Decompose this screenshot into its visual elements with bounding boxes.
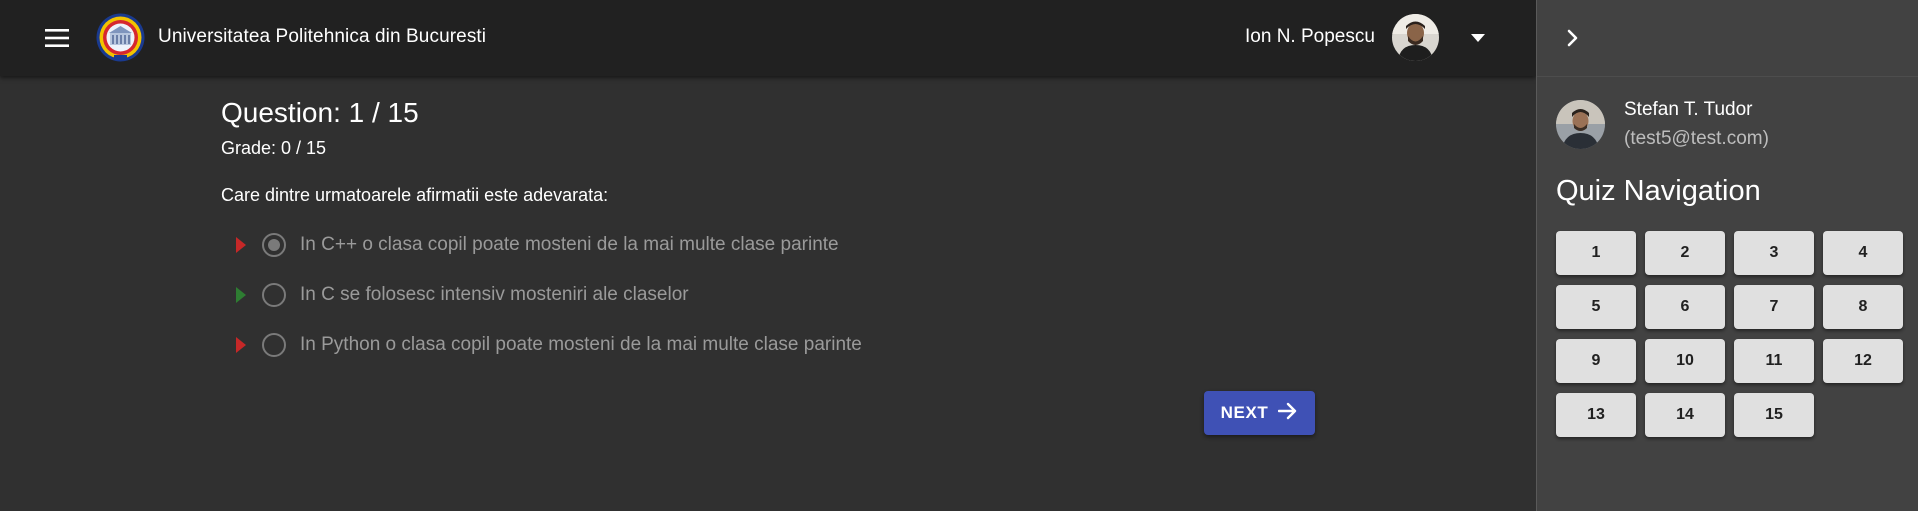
correct-answer-marker-icon [236,287,246,303]
question-nav-button[interactable]: 3 [1734,231,1814,275]
answer-radio-3[interactable] [262,333,286,357]
quiz-navigation-title: Quiz Navigation [1556,175,1761,207]
question-nav-grid: 1 2 3 4 5 6 7 8 9 10 11 12 13 14 15 [1556,231,1906,437]
question-nav-button[interactable]: 1 [1556,231,1636,275]
next-button[interactable]: NEXT [1204,391,1315,435]
question-text: Care dintre urmatoarele afirmatii este a… [221,185,609,205]
question-nav-button[interactable]: 2 [1645,231,1725,275]
question-nav-button[interactable]: 14 [1645,393,1725,437]
question-nav-button[interactable]: 12 [1823,339,1903,383]
answer-option-3[interactable]: In Python o clasa copil poate mosteni de… [236,330,936,360]
quiz-content: Question: 1 / 15 Grade: 0 / 15 Care dint… [0,76,1536,511]
answer-label-2: In C se folosesc intensiv mosteniri ale … [300,284,689,305]
answer-option-1[interactable]: In C++ o clasa copil poate mosteni de la… [236,230,936,260]
top-app-bar: Universitatea Politehnica din Bucuresti … [0,0,1536,76]
question-nav-button[interactable]: 4 [1823,231,1903,275]
chevron-right-icon[interactable] [1559,24,1587,52]
answer-radio-2[interactable] [262,283,286,307]
question-nav-button[interactable]: 9 [1556,339,1636,383]
menu-icon[interactable] [42,24,72,52]
student-email: (test5@test.com) [1624,128,1769,149]
caret-down-icon[interactable] [1466,28,1490,48]
question-nav-button[interactable]: 8 [1823,285,1903,329]
arrow-right-icon [1278,402,1298,425]
answer-label-1: In C++ o clasa copil poate mosteni de la… [300,234,839,255]
question-nav-button[interactable]: 11 [1734,339,1814,383]
next-button-label: NEXT [1220,403,1269,422]
app-window: Universitatea Politehnica din Bucuresti … [0,0,1918,511]
question-nav-button[interactable]: 13 [1556,393,1636,437]
university-logo-icon [96,13,145,62]
answer-option-2[interactable]: In C se folosesc intensiv mosteniri ale … [236,280,936,310]
question-nav-button[interactable]: 6 [1645,285,1725,329]
question-nav-button[interactable]: 5 [1556,285,1636,329]
student-name: Stefan T. Tudor [1624,99,1753,120]
question-nav-button[interactable]: 15 [1734,393,1814,437]
student-avatar [1556,100,1605,149]
answer-label-3: In Python o clasa copil poate mosteni de… [300,334,862,355]
quiz-navigation-panel: Stefan T. Tudor (test5@test.com) Quiz Na… [1536,0,1918,511]
wrong-answer-marker-icon [236,237,246,253]
answer-radio-1[interactable] [262,233,286,257]
university-name: Universitatea Politehnica din Bucuresti [158,26,487,47]
panel-divider [1537,76,1918,77]
question-nav-button[interactable]: 7 [1734,285,1814,329]
question-counter: Question: 1 / 15 [221,97,419,128]
wrong-answer-marker-icon [236,337,246,353]
grade-label: Grade: 0 / 15 [221,138,327,158]
question-nav-button[interactable]: 10 [1645,339,1725,383]
user-avatar[interactable] [1392,14,1439,61]
current-user-name: Ion N. Popescu [1245,26,1375,47]
